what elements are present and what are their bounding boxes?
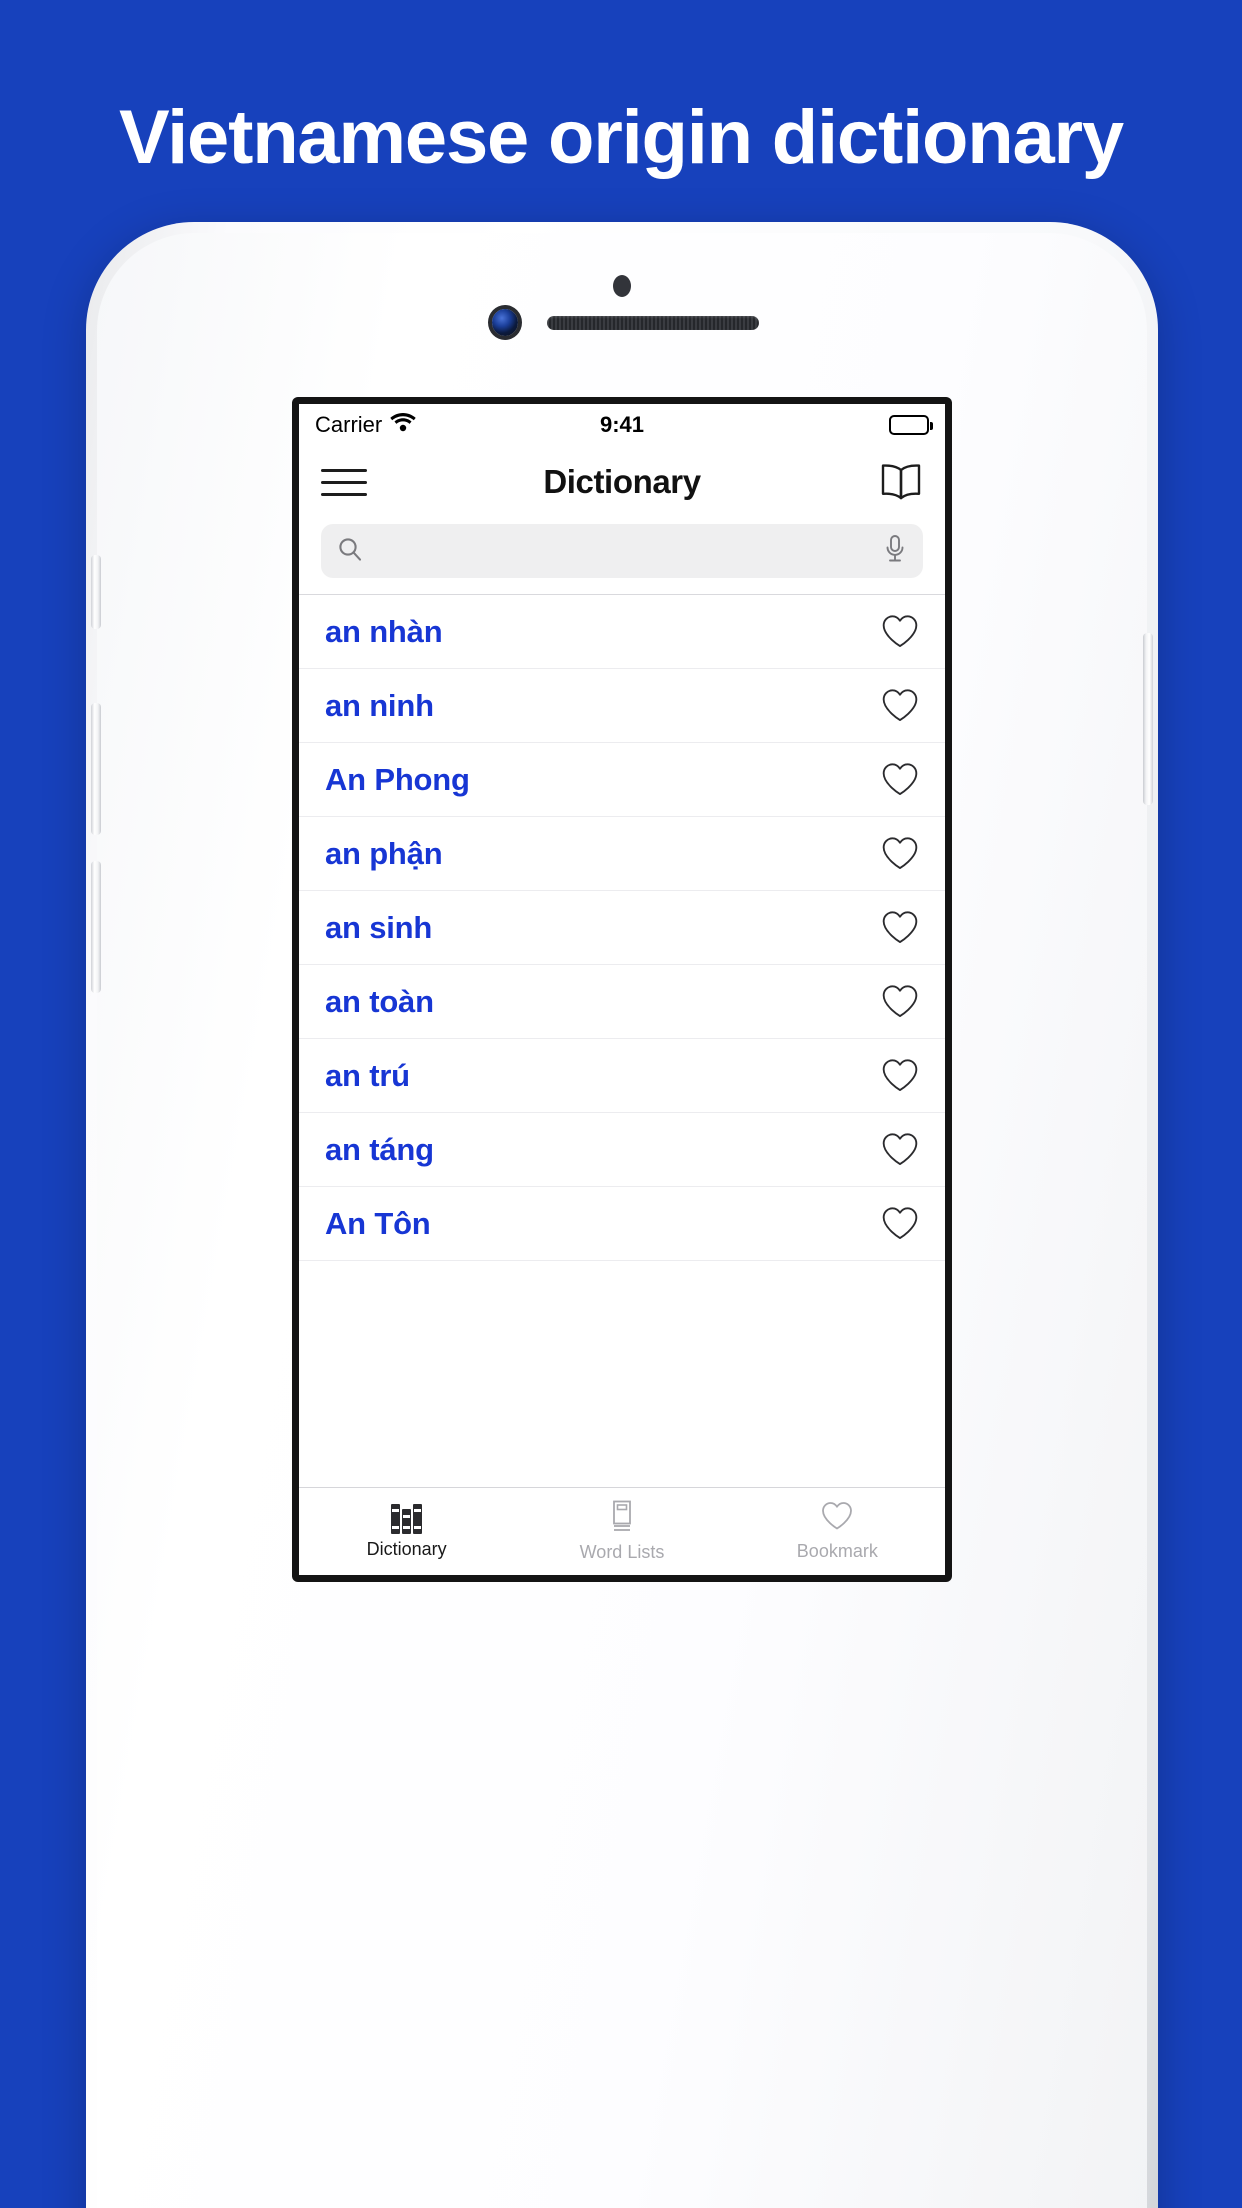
status-bar: Carrier 9:41 xyxy=(299,404,945,446)
search-input[interactable] xyxy=(363,537,883,565)
word-list-item[interactable]: an táng xyxy=(299,1113,945,1187)
word-list[interactable]: an nhàn an ninh An Phong an phận an sinh an t… xyxy=(299,595,945,1487)
books-icon xyxy=(391,1503,423,1534)
heart-outline-icon[interactable] xyxy=(879,1203,921,1245)
battery-full-icon xyxy=(889,415,934,435)
book-list-icon xyxy=(609,1500,635,1537)
word-list-item[interactable]: an ninh xyxy=(299,669,945,743)
word-label: an sinh xyxy=(325,909,433,945)
microphone-icon[interactable] xyxy=(883,534,907,569)
tab-label: Bookmark xyxy=(796,1541,878,1561)
word-list-item[interactable]: An Phong xyxy=(299,743,945,817)
word-label: an trú xyxy=(325,1057,410,1093)
word-list-item[interactable]: an nhàn xyxy=(299,595,945,669)
search-bar[interactable] xyxy=(321,524,923,578)
word-label: An Phong xyxy=(325,761,470,797)
heart-outline-icon[interactable] xyxy=(879,759,921,801)
nav-title: Dictionary xyxy=(543,463,701,500)
word-list-item[interactable]: an phận xyxy=(299,817,945,891)
heart-outline-icon[interactable] xyxy=(879,981,921,1023)
mute-switch[interactable] xyxy=(91,555,101,629)
front-camera-icon xyxy=(492,309,518,336)
word-list-item[interactable]: an sinh xyxy=(299,891,945,965)
phone-body: Carrier 9:41 Dictionary an nhàn an ninh … xyxy=(91,233,1153,2208)
word-label: an toàn xyxy=(325,983,434,1019)
tab-dictionary[interactable]: Dictionary xyxy=(299,1488,514,1575)
power-button[interactable] xyxy=(1143,633,1153,805)
page-title: Vietnamese origin dictionary xyxy=(119,95,1124,180)
heart-outline-icon[interactable] xyxy=(879,907,921,949)
tab-bookmark[interactable]: Bookmark xyxy=(730,1488,945,1575)
heart-outline-icon[interactable] xyxy=(879,1055,921,1097)
word-label: an ninh xyxy=(325,687,434,723)
carrier-label: Carrier xyxy=(315,412,383,437)
wifi-icon xyxy=(390,412,416,438)
word-list-item[interactable]: an toàn xyxy=(299,965,945,1039)
tab-label: Dictionary xyxy=(366,1538,447,1559)
word-label: an nhàn xyxy=(325,613,443,649)
word-label: An Tôn xyxy=(325,1205,431,1241)
earpiece-speaker-icon xyxy=(547,316,759,330)
tab-label: Word Lists xyxy=(579,1542,665,1562)
phone-screen-bezel: Carrier 9:41 Dictionary an nhàn an ninh … xyxy=(292,397,952,1582)
heart-outline-icon[interactable] xyxy=(879,1129,921,1171)
app-screen: Carrier 9:41 Dictionary an nhàn an ninh … xyxy=(299,404,945,1575)
heart-outline-icon xyxy=(821,1501,853,1536)
tab-word-lists[interactable]: Word Lists xyxy=(514,1488,729,1575)
heart-outline-icon[interactable] xyxy=(879,611,921,653)
volume-down-button[interactable] xyxy=(91,861,101,993)
heart-outline-icon[interactable] xyxy=(879,685,921,727)
word-list-item[interactable]: an trú xyxy=(299,1039,945,1113)
word-list-item[interactable]: An Tôn xyxy=(299,1187,945,1261)
status-bar-right xyxy=(644,415,934,435)
volume-up-button[interactable] xyxy=(91,703,101,835)
search-section xyxy=(299,518,945,594)
hamburger-menu-icon[interactable] xyxy=(321,468,367,496)
open-book-icon[interactable] xyxy=(877,462,923,502)
navigation-bar: Dictionary xyxy=(299,446,945,518)
search-icon xyxy=(337,536,363,567)
tab-bar: Dictionary Word Lists Bookmark xyxy=(299,1487,945,1575)
phone-device-mockup: Carrier 9:41 Dictionary an nhàn an ninh … xyxy=(86,222,1158,2208)
word-label: an táng xyxy=(325,1131,434,1167)
status-bar-left: Carrier xyxy=(315,412,600,438)
proximity-sensor-icon xyxy=(613,275,631,297)
clock-label: 9:41 xyxy=(599,412,645,437)
heart-outline-icon[interactable] xyxy=(879,833,921,875)
word-label: an phận xyxy=(325,835,443,871)
